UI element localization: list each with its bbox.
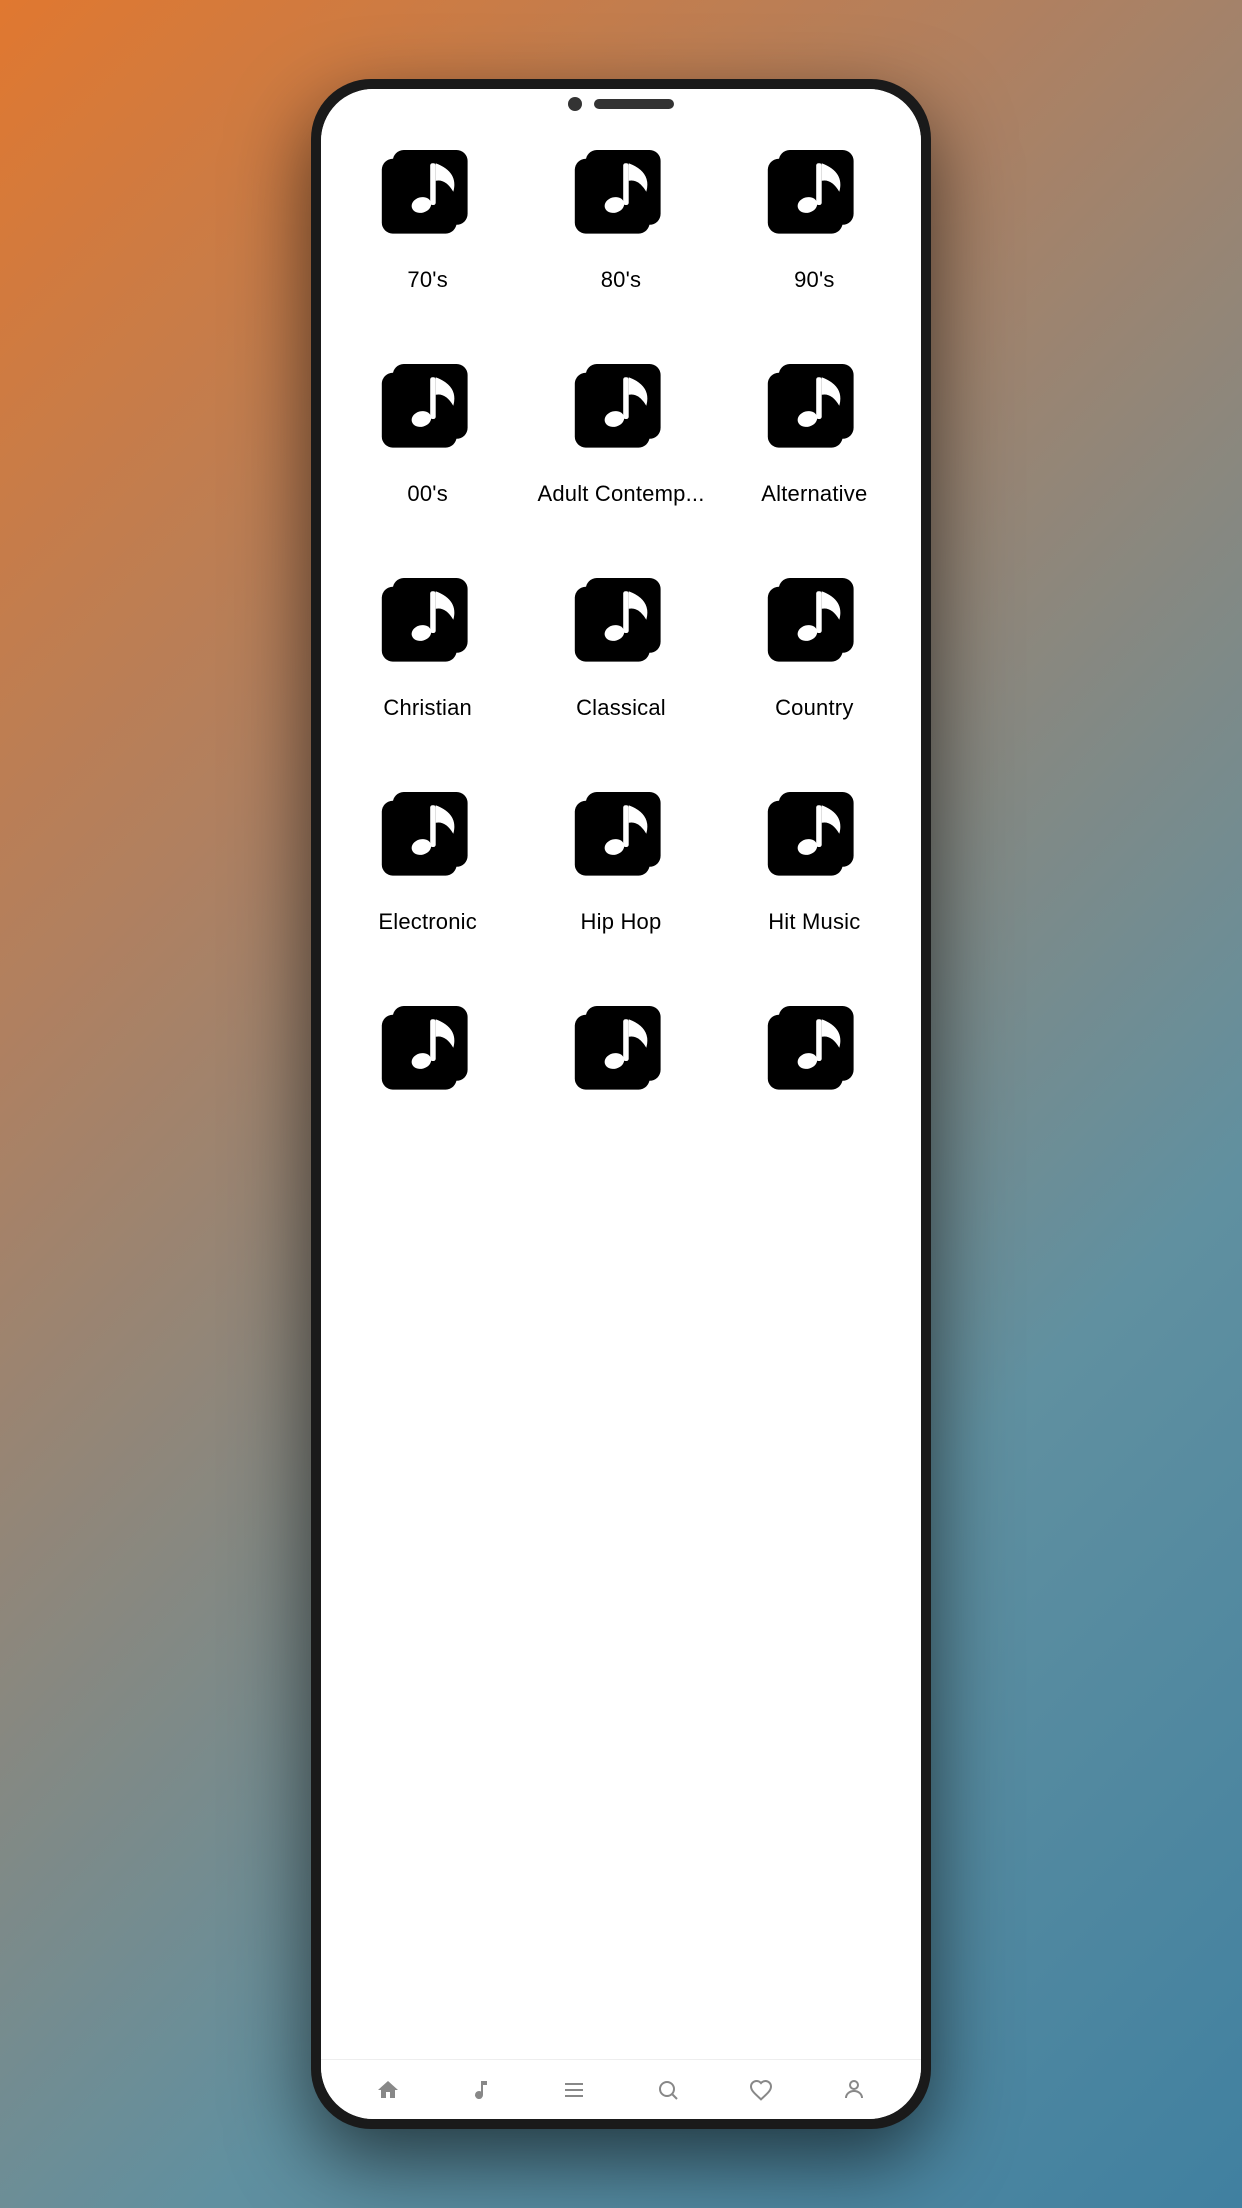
genre-item-christian[interactable]: Christian — [331, 537, 524, 751]
genre-item-genre-13[interactable] — [331, 965, 524, 1153]
genre-label-90s: 90's — [794, 267, 834, 293]
phone-notch — [568, 97, 674, 111]
screen-content[interactable]: 70's 80's — [321, 89, 921, 2059]
genre-item-80s[interactable]: 80's — [524, 109, 717, 323]
bottom-navigation — [321, 2059, 921, 2119]
music-icon-hit-music — [759, 781, 869, 891]
music-icon-adult-contemp — [566, 353, 676, 463]
heart-icon-nav[interactable] — [746, 2075, 776, 2105]
music-icon-nav[interactable] — [466, 2075, 496, 2105]
home-icon[interactable] — [373, 2075, 403, 2105]
genre-label-70s: 70's — [407, 267, 447, 293]
genre-label-00s: 00's — [407, 481, 447, 507]
genre-label-alternative: Alternative — [761, 481, 867, 507]
genre-label-80s: 80's — [601, 267, 641, 293]
music-icon-electronic — [373, 781, 483, 891]
genre-item-genre-14[interactable] — [524, 965, 717, 1153]
music-icon-hip-hop — [566, 781, 676, 891]
genre-label-country: Country — [775, 695, 853, 721]
music-icon-country — [759, 567, 869, 677]
music-icon-alternative — [759, 353, 869, 463]
music-icon-80s — [566, 139, 676, 249]
genre-item-hip-hop[interactable]: Hip Hop — [524, 751, 717, 965]
genre-item-classical[interactable]: Classical — [524, 537, 717, 751]
speaker — [594, 99, 674, 109]
music-icon-70s — [373, 139, 483, 249]
music-icon-christian — [373, 567, 483, 677]
genre-item-70s[interactable]: 70's — [331, 109, 524, 323]
music-icon-genre-13 — [373, 995, 483, 1105]
camera — [568, 97, 582, 111]
music-icon-genre-14 — [566, 995, 676, 1105]
genre-item-electronic[interactable]: Electronic — [331, 751, 524, 965]
genre-item-hit-music[interactable]: Hit Music — [718, 751, 911, 965]
search-icon-nav[interactable] — [653, 2075, 683, 2105]
music-icon-genre-15 — [759, 995, 869, 1105]
genre-item-country[interactable]: Country — [718, 537, 911, 751]
genre-label-christian: Christian — [383, 695, 472, 721]
menu-icon[interactable] — [559, 2075, 589, 2105]
phone-screen: 70's 80's — [321, 89, 921, 2119]
music-icon-00s — [373, 353, 483, 463]
profile-icon-nav[interactable] — [839, 2075, 869, 2105]
genre-label-adult-contemp: Adult Contemp... — [537, 481, 704, 507]
phone-frame: 70's 80's — [311, 79, 931, 2129]
genre-label-classical: Classical — [576, 695, 666, 721]
genre-item-00s[interactable]: 00's — [331, 323, 524, 537]
genre-label-hip-hop: Hip Hop — [581, 909, 662, 935]
genre-label-electronic: Electronic — [378, 909, 477, 935]
genre-label-hit-music: Hit Music — [768, 909, 860, 935]
genre-grid: 70's 80's — [331, 109, 911, 1153]
genre-item-genre-15[interactable] — [718, 965, 911, 1153]
genre-item-alternative[interactable]: Alternative — [718, 323, 911, 537]
genre-item-adult-contemp[interactable]: Adult Contemp... — [524, 323, 717, 537]
genre-item-90s[interactable]: 90's — [718, 109, 911, 323]
music-icon-classical — [566, 567, 676, 677]
music-icon-90s — [759, 139, 869, 249]
